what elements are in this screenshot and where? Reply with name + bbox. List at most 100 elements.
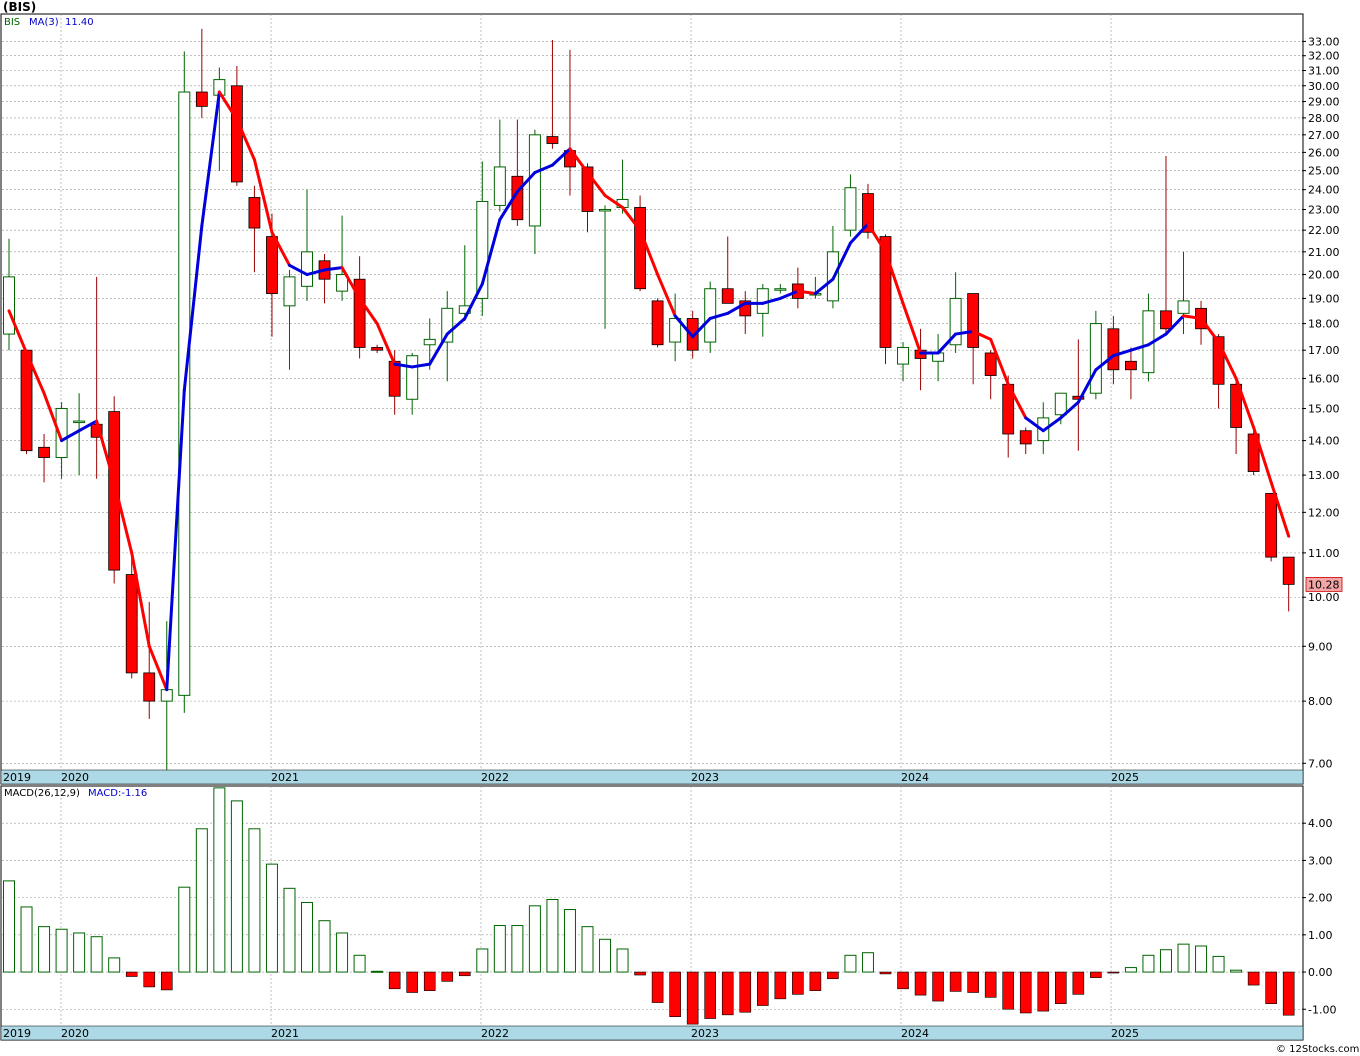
price-tick-label: 28.00 bbox=[1308, 112, 1340, 125]
macd-bar-negative bbox=[406, 971, 418, 993]
macd-bar-positive bbox=[38, 926, 51, 973]
candle-up bbox=[406, 355, 419, 400]
candle-down bbox=[721, 288, 734, 304]
candle-down bbox=[195, 91, 208, 107]
macd-bar-positive bbox=[844, 954, 857, 973]
candle-down bbox=[634, 207, 646, 290]
macd-year-label: 2022 bbox=[481, 1027, 509, 1040]
candle-down bbox=[546, 136, 559, 144]
price-tick-label: 8.00 bbox=[1308, 695, 1333, 708]
macd-bar-positive bbox=[1177, 943, 1190, 973]
macd-bar-positive bbox=[1159, 949, 1172, 973]
macd-bar-positive bbox=[1142, 954, 1155, 973]
candle-down bbox=[108, 411, 121, 571]
price-tick-label: 14.00 bbox=[1308, 435, 1340, 448]
price-year-label: 2020 bbox=[61, 771, 89, 784]
candle-down bbox=[248, 197, 261, 229]
candle-up bbox=[774, 288, 787, 291]
macd-bar-negative bbox=[984, 971, 997, 998]
price-tick-label: 12.00 bbox=[1308, 506, 1340, 519]
macd-bar-positive bbox=[599, 938, 612, 973]
candle-up bbox=[704, 288, 717, 343]
macd-bar-positive bbox=[861, 952, 874, 973]
price-tick-label: 16.00 bbox=[1308, 372, 1340, 385]
price-tick-label: 10.00 bbox=[1308, 591, 1340, 604]
macd-value-label: MACD:-1.16 bbox=[88, 788, 147, 799]
macd-bar-positive bbox=[476, 948, 489, 973]
macd-bar-positive bbox=[616, 948, 629, 973]
macd-tick-label: 4.00 bbox=[1308, 817, 1333, 830]
macd-bar-negative bbox=[739, 971, 752, 1013]
macd-bar-negative bbox=[792, 971, 804, 995]
candle-up bbox=[897, 346, 910, 365]
candle-up bbox=[528, 134, 541, 227]
macd-bar-positive bbox=[493, 925, 506, 973]
candle-down bbox=[1019, 430, 1032, 445]
price-tick-label: 19.00 bbox=[1308, 292, 1340, 305]
candle-up bbox=[423, 338, 436, 346]
candle-down bbox=[125, 574, 138, 674]
macd-bar-negative bbox=[827, 971, 839, 980]
macd-bar-negative bbox=[774, 971, 787, 1000]
macd-tick-label: 3.00 bbox=[1308, 854, 1333, 867]
stock-chart: (BIS) 7.00 8.00 9.00 10.00 11.00 12.00 13.00 14… bbox=[0, 0, 1359, 1055]
candle-up bbox=[73, 420, 86, 424]
macd-bar-positive bbox=[230, 800, 243, 973]
macd-bar-negative bbox=[721, 971, 734, 1016]
macd-bar-positive bbox=[108, 957, 121, 973]
price-tick-label: 18.00 bbox=[1308, 318, 1340, 331]
price-tick-label: 15.00 bbox=[1308, 402, 1340, 415]
candle-up bbox=[1177, 300, 1190, 314]
candle-up bbox=[844, 187, 857, 231]
candle-up bbox=[301, 251, 314, 287]
candle-up bbox=[3, 276, 15, 335]
candle-up bbox=[1089, 323, 1102, 394]
macd-bar-negative bbox=[634, 971, 646, 976]
price-tick-label: 26.00 bbox=[1308, 146, 1340, 159]
macd-tick-label: 2.00 bbox=[1308, 892, 1333, 905]
candle-down bbox=[1107, 328, 1120, 371]
macd-bar-negative bbox=[441, 971, 454, 982]
price-year-label: 2021 bbox=[271, 771, 299, 784]
price-tick-label: 20.00 bbox=[1308, 269, 1340, 282]
price-x-axis-band bbox=[0, 769, 1304, 785]
candle-down bbox=[1282, 556, 1295, 585]
macd-bar-positive bbox=[581, 926, 594, 973]
macd-bar-positive bbox=[20, 906, 33, 973]
macd-bar-positive bbox=[1195, 945, 1208, 973]
price-tick-label: 29.00 bbox=[1308, 96, 1340, 109]
candle-down bbox=[143, 672, 156, 702]
macd-bar-negative bbox=[1055, 971, 1067, 1004]
price-tick-label: 23.00 bbox=[1308, 203, 1340, 216]
macd-x-axis-band bbox=[0, 1025, 1304, 1041]
macd-bar-negative bbox=[897, 971, 909, 990]
macd-bar-negative bbox=[1037, 971, 1050, 1012]
macd-bar-positive bbox=[283, 887, 296, 973]
macd-label: MACD(26,12,9) bbox=[4, 788, 80, 799]
macd-bar-negative bbox=[1265, 971, 1277, 1004]
price-tick-label: 24.00 bbox=[1308, 184, 1340, 197]
price-tick-label: 9.00 bbox=[1308, 640, 1333, 653]
macd-bar-positive bbox=[195, 828, 208, 973]
watermark: © 12Stocks.com bbox=[1276, 1044, 1359, 1055]
price-year-label: 2024 bbox=[901, 771, 929, 784]
macd-bar-negative bbox=[949, 971, 962, 992]
macd-tick-label: -1.00 bbox=[1308, 1003, 1336, 1016]
candle-up bbox=[1054, 392, 1067, 416]
macd-bar-positive bbox=[546, 898, 559, 973]
macd-y-axis: -1.00 0.00 1.00 2.00 3.00 4.00 bbox=[1302, 817, 1336, 1016]
price-tick-label: 27.00 bbox=[1308, 129, 1340, 142]
price-tick-label: 11.00 bbox=[1308, 547, 1340, 560]
legend-ma-value: 11.40 bbox=[65, 17, 94, 28]
price-tick-label: 13.00 bbox=[1308, 469, 1340, 482]
macd-bar-positive bbox=[1124, 967, 1137, 973]
macd-bar-positive bbox=[213, 787, 226, 973]
macd-bar-positive bbox=[248, 828, 261, 973]
candle-down bbox=[38, 446, 50, 458]
price-tick-label: 7.00 bbox=[1308, 757, 1333, 770]
macd-bar-negative bbox=[1247, 971, 1260, 986]
macd-bar-positive bbox=[90, 936, 103, 973]
macd-year-label: 2019 bbox=[3, 1027, 31, 1040]
candle-down bbox=[388, 360, 401, 397]
legend-ma: MA(3) bbox=[29, 17, 59, 28]
